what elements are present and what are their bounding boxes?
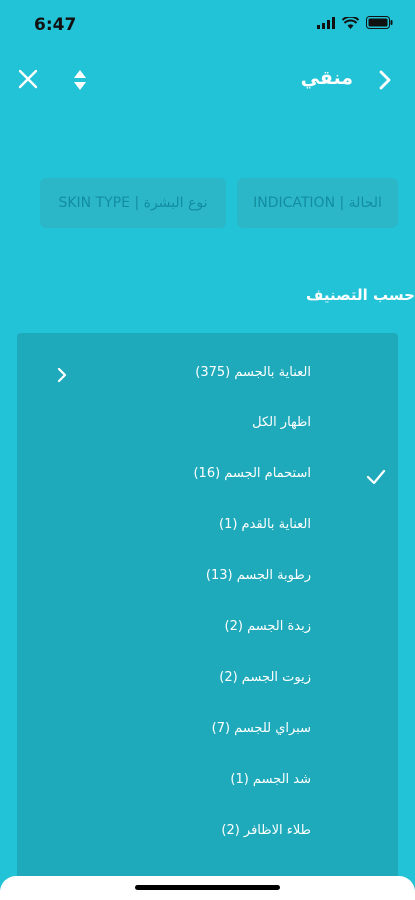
category-item[interactable]: زيوت الجسم (2) [17, 660, 398, 700]
category-item[interactable]: العناية بالجسم (375) [17, 355, 398, 395]
category-label: سبراي للجسم (7) [211, 721, 311, 736]
status-icons [317, 16, 393, 29]
sort-icon[interactable] [70, 67, 90, 93]
nav-bar: منقي [0, 55, 415, 105]
category-item[interactable]: العناية بالقدم (1) [17, 507, 398, 547]
category-item[interactable]: رطوبة الجسم (13) [17, 558, 398, 598]
category-item[interactable]: طلاء الاظافر (2) [17, 813, 398, 853]
signal-icon [317, 16, 335, 29]
chevron-right-icon [57, 367, 67, 383]
category-label: رطوبة الجسم (13) [205, 568, 311, 583]
category-label: العناية بالجسم (375) [195, 365, 311, 380]
category-item[interactable]: استحمام الجسم (16) [17, 456, 398, 496]
check-icon [366, 469, 386, 485]
battery-icon [366, 16, 393, 29]
section-title: حسب التصنيف [306, 286, 415, 304]
bottom-sheet [0, 876, 415, 900]
category-item[interactable]: سبراي للجسم (7) [17, 711, 398, 751]
status-time: 6:47 [34, 15, 77, 35]
category-label: شد الجسم (1) [230, 772, 311, 787]
chevron-right-icon[interactable] [377, 68, 393, 92]
category-label: طلاء الاظافر (2) [221, 823, 311, 838]
wifi-icon [342, 16, 359, 29]
category-menu: العناية بالجسم (375) اظهار الكل استحمام … [17, 333, 398, 900]
category-label: اظهار الكل [252, 415, 311, 430]
category-label: زيوت الجسم (2) [219, 670, 311, 685]
category-item[interactable]: زبدة الجسم (2) [17, 609, 398, 649]
page-title: منقي [300, 67, 353, 89]
home-indicator[interactable] [135, 885, 280, 890]
status-bar: 6:47 [0, 0, 415, 50]
category-item[interactable]: شد الجسم (1) [17, 762, 398, 802]
category-item[interactable]: اظهار الكل [17, 405, 398, 445]
filter-skin-type[interactable]: SKIN TYPE | نوع البشرة [40, 178, 226, 228]
close-icon[interactable] [16, 67, 40, 91]
category-label: العناية بالقدم (1) [218, 517, 311, 532]
filter-indication[interactable]: INDICATION | الحالة [237, 178, 398, 228]
category-label: استحمام الجسم (16) [193, 466, 311, 481]
category-label: زبدة الجسم (2) [224, 619, 311, 634]
